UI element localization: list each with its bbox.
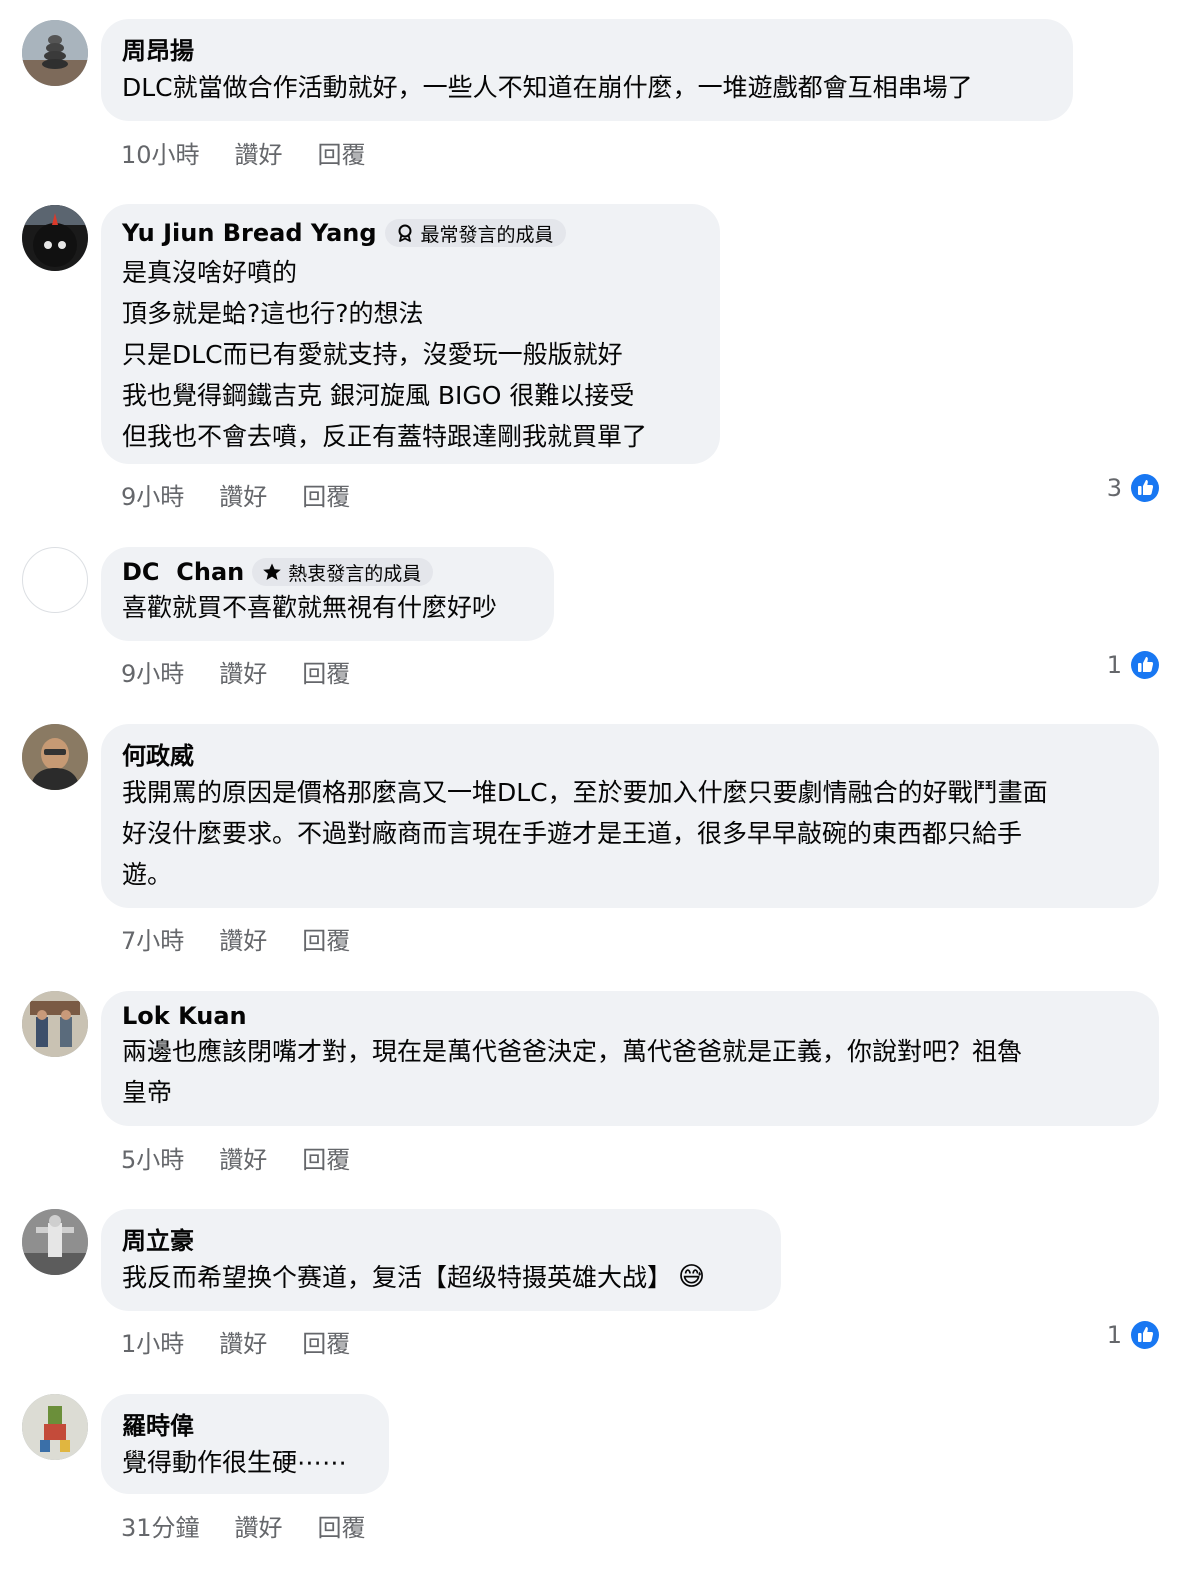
star-icon xyxy=(263,563,282,580)
avatar[interactable] xyxy=(22,1394,88,1460)
comment-time[interactable]: 9小時 xyxy=(121,477,184,512)
comment-bubble: Lok Kuan 兩邊也應該閉嘴才對，現在是萬代爸爸決定，萬代爸爸就是正義，你說… xyxy=(101,991,1159,1126)
like-button[interactable]: 讚好 xyxy=(219,654,267,689)
avatar[interactable] xyxy=(22,991,88,1057)
member-badge[interactable]: 熱衷發言的成員 xyxy=(252,558,434,586)
like-button[interactable]: 讚好 xyxy=(219,477,267,512)
avatar[interactable] xyxy=(22,547,88,613)
reaction-count: 1 xyxy=(1106,1321,1122,1349)
comment-actions: 9小時 讚好 回覆 xyxy=(121,654,385,688)
comment-bubble: 羅時偉 覺得動作很生硬⋯⋯ xyxy=(101,1394,389,1494)
comment-text: 但我也不會去噴，反正有蓋特跟達剛我就買單了 xyxy=(122,422,648,451)
comment-time[interactable]: 31分鐘 xyxy=(121,1508,200,1543)
reaction-summary[interactable]: 3 xyxy=(1107,471,1160,505)
commenter-name[interactable]: 周立豪 xyxy=(122,1221,194,1256)
reaction-count: 1 xyxy=(1106,651,1122,679)
like-button[interactable]: 讚好 xyxy=(219,1140,267,1175)
reply-button[interactable]: 回覆 xyxy=(302,1140,350,1175)
reply-button[interactable]: 回覆 xyxy=(302,921,350,956)
comment-actions: 5小時 讚好 回覆 xyxy=(121,1140,385,1174)
commenter-name[interactable]: 羅時偉 xyxy=(122,1406,194,1441)
badge-label: 最常發言的成員 xyxy=(420,223,554,246)
reply-button[interactable]: 回覆 xyxy=(302,477,350,512)
comment-bubble: 周立豪 我反而希望换个赛道，复活【超级特摄英雄大战】 😅 xyxy=(101,1209,781,1311)
member-badge[interactable]: 最常發言的成員 xyxy=(384,219,566,247)
comment-time[interactable]: 1小時 xyxy=(121,1324,184,1359)
like-reaction-icon xyxy=(1131,474,1159,502)
comment-text: 我開罵的原因是價格那麼高又一堆DLC，至於要加入什麼只要劇情融合的好戰鬥畫面 xyxy=(122,778,1048,807)
comment-text: 只是DLC而已有愛就支持，沒愛玩一般版就好 xyxy=(122,340,623,369)
comment-time[interactable]: 7小時 xyxy=(121,921,184,956)
commenter-name[interactable]: 周昂揚 xyxy=(122,31,194,66)
comment-text: 頂多就是蛤?這也行?的想法 xyxy=(122,299,424,328)
sweat-smile-emoji: 😅 xyxy=(678,1262,706,1292)
comment-text: 是真沒啥好噴的 xyxy=(122,258,298,287)
comment-text: 兩邊也應該閉嘴才對，現在是萬代爸爸決定，萬代爸爸就是正義，你說對吧？祖魯 xyxy=(122,1037,1023,1066)
comment-text: 喜歡就買不喜歡就無視有什麼好吵 xyxy=(122,593,498,622)
comment-actions: 1小時 讚好 回覆 xyxy=(121,1324,385,1358)
like-button[interactable]: 讚好 xyxy=(235,1508,283,1543)
avatar[interactable] xyxy=(22,205,88,271)
comment-actions: 9小時 讚好 回覆 xyxy=(121,477,385,511)
comment-text-body: 我反而希望换个赛道，复活【超级特摄英雄大战】 xyxy=(122,1263,673,1292)
like-reaction-icon xyxy=(1131,1321,1159,1349)
comment-time[interactable]: 5小時 xyxy=(121,1140,184,1175)
comment-text: 覺得動作很生硬⋯⋯ xyxy=(122,1448,348,1477)
commenter-name[interactable]: Lok Kuan xyxy=(122,1002,247,1030)
reaction-summary[interactable]: 1 xyxy=(1107,648,1160,682)
comment-bubble: Yu Jiun Bread Yang 最常發言的成員 是真沒啥好噴的 頂多就是蛤… xyxy=(101,204,720,464)
award-icon xyxy=(398,224,412,242)
comment-text: 我反而希望换个赛道，复活【超级特摄英雄大战】 😅 xyxy=(122,1257,761,1298)
comment-text: 皇帝 xyxy=(122,1078,173,1107)
comment-actions: 31分鐘 讚好 回覆 xyxy=(121,1508,401,1542)
comment-bubble: DC Chan 熱衷發言的成員 喜歡就買不喜歡就無視有什麼好吵 xyxy=(101,547,554,641)
comment-text: 好沒什麼要求。不過對廠商而言現在手遊才是王道，很多早早敲碗的東西都只給手 xyxy=(122,819,1023,848)
comment-bubble: 何政威 我開罵的原因是價格那麼高又一堆DLC，至於要加入什麼只要劇情融合的好戰鬥… xyxy=(101,724,1159,908)
comment-actions: 10小時 讚好 回覆 xyxy=(121,135,401,169)
comment-text: DLC就當做合作活動就好，一些人不知道在崩什麼，一堆遊戲都會互相串場了 xyxy=(122,73,973,102)
commenter-name[interactable]: 何政威 xyxy=(122,736,194,771)
avatar[interactable] xyxy=(22,20,88,86)
comment-bubble: 周昂揚 DLC就當做合作活動就好，一些人不知道在崩什麼，一堆遊戲都會互相串場了 xyxy=(101,19,1073,121)
like-reaction-icon xyxy=(1131,651,1159,679)
comment-text: 遊。 xyxy=(122,860,173,889)
reaction-summary[interactable]: 1 xyxy=(1107,1318,1160,1352)
badge-label: 熱衷發言的成員 xyxy=(288,562,422,585)
reply-button[interactable]: 回覆 xyxy=(318,1508,366,1543)
comment-time[interactable]: 9小時 xyxy=(121,654,184,689)
like-button[interactable]: 讚好 xyxy=(219,921,267,956)
commenter-name[interactable]: DC Chan xyxy=(122,558,244,586)
like-button[interactable]: 讚好 xyxy=(235,135,283,170)
reply-button[interactable]: 回覆 xyxy=(318,135,366,170)
avatar[interactable] xyxy=(22,1209,88,1275)
reply-button[interactable]: 回覆 xyxy=(302,1324,350,1359)
comment-time[interactable]: 10小時 xyxy=(121,135,200,170)
comment-actions: 7小時 讚好 回覆 xyxy=(121,921,385,955)
like-button[interactable]: 讚好 xyxy=(219,1324,267,1359)
avatar[interactable] xyxy=(22,724,88,790)
reply-button[interactable]: 回覆 xyxy=(302,654,350,689)
commenter-name[interactable]: Yu Jiun Bread Yang xyxy=(122,219,377,247)
comment-text: 我也覺得鋼鐵吉克 銀河旋風 BIGO 很難以接受 xyxy=(122,381,635,410)
reaction-count: 3 xyxy=(1106,474,1122,502)
